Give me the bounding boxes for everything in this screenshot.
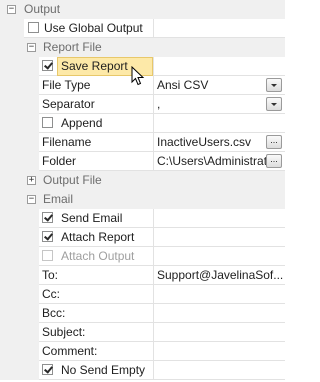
indent-band — [0, 285, 39, 304]
indent-band — [0, 266, 39, 285]
chevron-down-icon[interactable] — [266, 97, 282, 111]
category-report-file-label: Report File — [43, 40, 102, 54]
subject-label: Subject: — [39, 323, 153, 342]
browse-button[interactable]: ... — [266, 135, 282, 149]
bcc-label: Bcc: — [39, 304, 153, 323]
category-email-label: Email — [43, 192, 74, 206]
bcc-value[interactable] — [153, 304, 285, 323]
append-value[interactable] — [153, 114, 285, 133]
file-type-text: Ansi CSV — [157, 78, 209, 92]
indent-band — [0, 114, 39, 133]
save-report-checkbox[interactable] — [42, 60, 53, 71]
no-send-empty-label: No Send Empty — [61, 363, 146, 377]
indent-band — [0, 304, 39, 323]
filename-label: Filename — [39, 133, 153, 152]
save-report-label: Save Report — [61, 59, 128, 73]
save-report-value[interactable] — [153, 57, 285, 76]
row-to: To: Support@JavelinaSof... — [0, 266, 285, 285]
use-global-output-value[interactable] — [153, 19, 285, 38]
append-checkbox[interactable] — [42, 117, 53, 128]
append-label: Append — [61, 116, 103, 130]
filename-text: InactiveUsers.csv — [157, 135, 252, 149]
attach-report-value[interactable] — [153, 228, 285, 247]
row-send-email: Send Email — [0, 209, 285, 228]
folder-label: Folder — [39, 152, 153, 171]
collapse-icon[interactable]: − — [27, 195, 36, 204]
to-label: To: — [39, 266, 153, 285]
mouse-pointer-icon — [131, 66, 145, 86]
row-append: Append — [0, 114, 285, 133]
send-email-checkbox[interactable] — [42, 212, 53, 223]
indent-band — [0, 19, 24, 38]
use-global-output-label: Use Global Output — [44, 21, 143, 35]
separator-text: , — [157, 97, 161, 111]
indent-band — [0, 228, 39, 247]
attach-report-label: Attach Report — [61, 230, 135, 244]
collapse-icon[interactable]: − — [7, 5, 16, 14]
expand-icon[interactable]: + — [27, 176, 36, 185]
cc-label: Cc: — [39, 285, 153, 304]
row-comment: Comment: — [0, 342, 285, 361]
row-subject: Subject: — [0, 323, 285, 342]
category-email[interactable]: − Email — [0, 190, 285, 209]
category-report-file[interactable]: − Report File — [0, 38, 285, 57]
to-text: Support@JavelinaSof... — [157, 268, 284, 282]
subject-value[interactable] — [153, 323, 285, 342]
chevron-down-icon[interactable] — [266, 78, 282, 92]
indent-band — [0, 342, 39, 361]
row-separator: Separator , — [0, 95, 285, 114]
category-output-file[interactable]: + Output File — [0, 171, 285, 190]
row-bcc: Bcc: — [0, 304, 285, 323]
indent-band — [0, 323, 39, 342]
attach-output-label: Attach Output — [61, 249, 135, 263]
category-output-file-label: Output File — [43, 173, 102, 187]
folder-text: C:\Users\Administrat — [157, 154, 268, 168]
property-grid: − Output Use Global Output − Report File… — [0, 0, 285, 382]
category-output[interactable]: − Output — [0, 0, 285, 19]
indent-band — [0, 57, 39, 76]
browse-button[interactable]: ... — [266, 154, 282, 168]
row-cc: Cc: — [0, 285, 285, 304]
category-output-label: Output — [24, 2, 61, 16]
no-send-empty-checkbox[interactable] — [42, 364, 53, 375]
attach-report-checkbox[interactable] — [42, 231, 53, 242]
send-email-value[interactable] — [153, 209, 285, 228]
comment-value[interactable] — [153, 342, 285, 361]
row-folder: Folder C:\Users\Administrat ... — [0, 152, 285, 171]
send-email-label: Send Email — [61, 211, 123, 225]
row-attach-report: Attach Report — [0, 228, 285, 247]
row-use-global-output: Use Global Output — [0, 19, 285, 38]
row-no-send-empty: No Send Empty — [0, 361, 285, 380]
indent-band — [0, 76, 39, 95]
no-send-empty-value[interactable] — [153, 361, 285, 380]
indent-band — [0, 152, 39, 171]
row-attach-output: Attach Output — [0, 247, 285, 266]
comment-label: Comment: — [39, 342, 153, 361]
indent-band — [0, 209, 39, 228]
cc-value[interactable] — [153, 285, 285, 304]
indent-band — [0, 361, 39, 380]
indent-band — [0, 95, 39, 114]
collapse-icon[interactable]: − — [27, 43, 36, 52]
separator-label: Separator — [39, 95, 153, 114]
attach-output-checkbox[interactable] — [42, 250, 53, 261]
indent-band — [0, 247, 39, 266]
to-value[interactable]: Support@JavelinaSof... — [153, 266, 285, 285]
row-filename: Filename InactiveUsers.csv ... — [0, 133, 285, 152]
use-global-output-checkbox[interactable] — [28, 22, 39, 33]
attach-output-value[interactable] — [153, 247, 285, 266]
indent-band — [0, 133, 39, 152]
